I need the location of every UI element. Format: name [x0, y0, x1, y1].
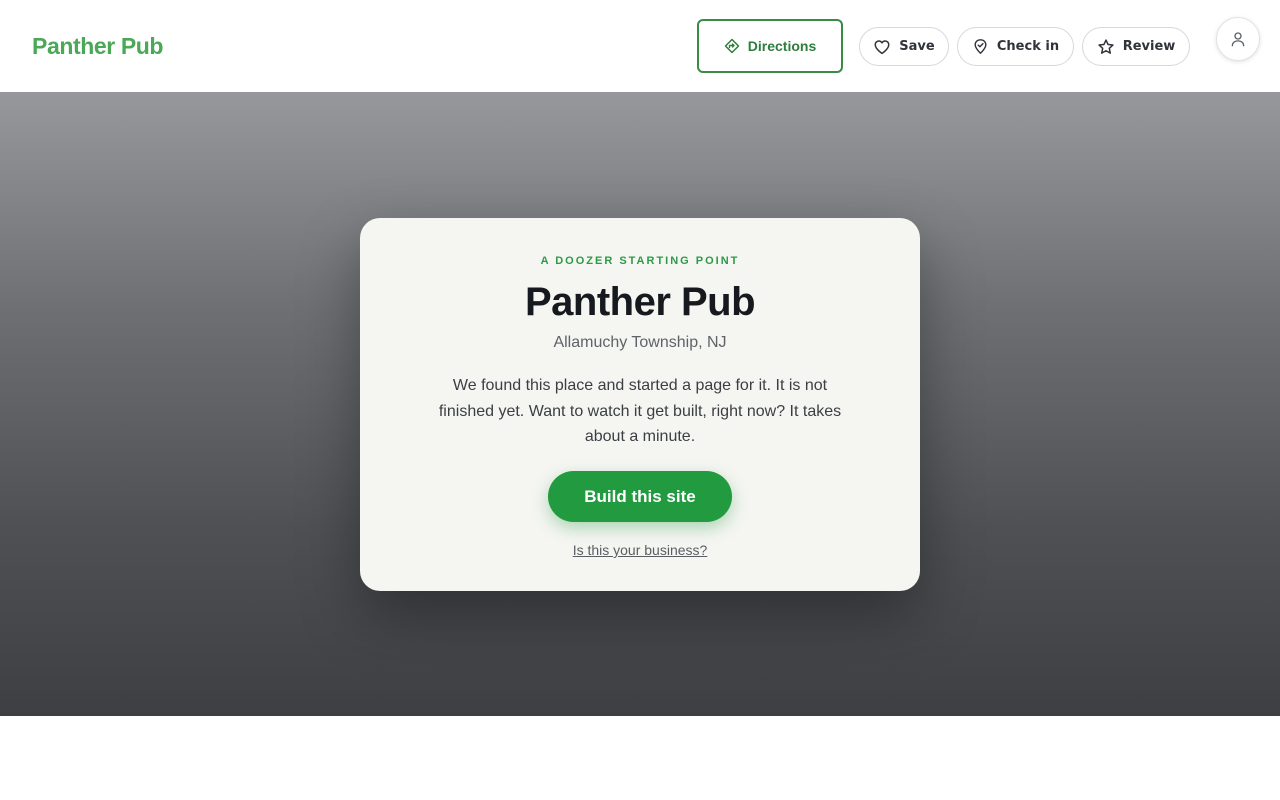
top-header: Panther Pub Directions Save Check in Rev… [0, 0, 1280, 92]
heart-icon [873, 38, 891, 56]
review-label: Review [1122, 39, 1176, 54]
check-in-label: Check in [996, 39, 1060, 54]
build-site-button[interactable]: Build this site [548, 471, 732, 522]
check-in-button[interactable]: Check in [957, 27, 1074, 66]
directions-icon [724, 38, 740, 54]
user-icon [1229, 30, 1247, 48]
save-button[interactable]: Save [859, 27, 949, 66]
card-eyebrow: A DOOZER STARTING POINT [540, 255, 740, 267]
starting-point-card: A DOOZER STARTING POINT Panther Pub Alla… [360, 218, 920, 591]
business-location: Allamuchy Township, NJ [553, 334, 727, 351]
hero-section: A DOOZER STARTING POINT Panther Pub Alla… [0, 92, 1280, 716]
star-icon [1097, 38, 1115, 56]
claim-business-link[interactable]: Is this your business? [360, 541, 920, 559]
card-description: We found this place and started a page f… [438, 377, 842, 445]
directions-label: Directions [747, 38, 817, 54]
directions-button[interactable]: Directions [697, 19, 843, 73]
review-button[interactable]: Review [1082, 27, 1190, 66]
site-brand[interactable]: Panther Pub [32, 31, 163, 61]
map-pin-icon [972, 38, 989, 55]
save-label: Save [899, 39, 935, 54]
account-button[interactable] [1216, 17, 1260, 61]
business-name: Panther Pub [524, 280, 756, 324]
